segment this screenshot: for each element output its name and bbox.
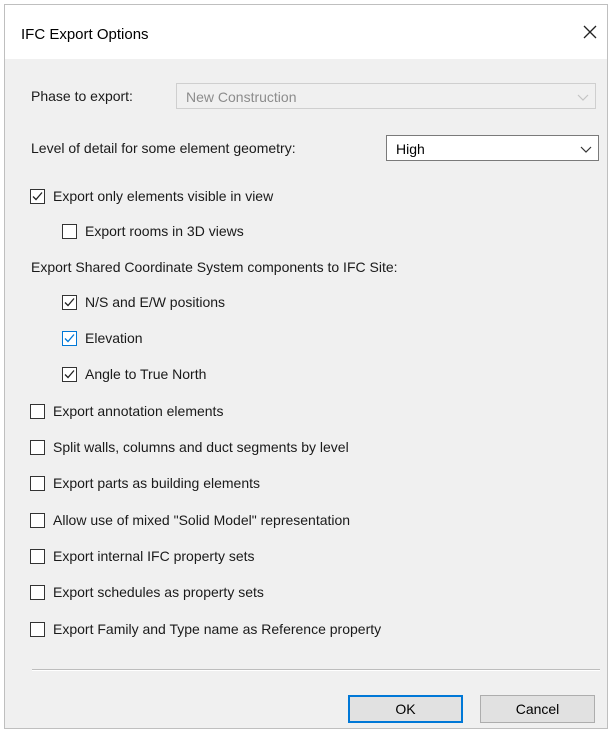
separator bbox=[32, 669, 600, 671]
checkbox-label: Export rooms in 3D views bbox=[85, 223, 244, 239]
export-parts-checkbox[interactable]: Export parts as building elements bbox=[30, 473, 260, 493]
checkmark-icon bbox=[64, 369, 75, 378]
checkmark-icon bbox=[32, 191, 43, 200]
checkbox-label: Export schedules as property sets bbox=[53, 584, 264, 600]
ifc-export-options-dialog: IFC Export Options Phase to export: New … bbox=[4, 4, 608, 729]
checkbox-label: Export parts as building elements bbox=[53, 475, 260, 491]
dialog-title: IFC Export Options bbox=[21, 26, 149, 43]
checkbox-label: Export only elements visible in view bbox=[53, 188, 274, 204]
detail-select[interactable]: High bbox=[386, 135, 599, 161]
detail-label: Level of detail for some element geometr… bbox=[31, 140, 296, 156]
detail-value: High bbox=[396, 141, 425, 157]
checkmark-icon bbox=[64, 333, 75, 342]
chevron-down-icon bbox=[580, 146, 592, 153]
phase-label: Phase to export: bbox=[31, 88, 133, 104]
elevation-checkbox[interactable]: Elevation bbox=[62, 328, 143, 348]
checkbox-label: Export internal IFC property sets bbox=[53, 548, 255, 564]
checkbox[interactable] bbox=[30, 512, 45, 528]
checkbox[interactable] bbox=[62, 330, 77, 346]
checkbox[interactable] bbox=[30, 621, 45, 637]
close-button[interactable] bbox=[575, 17, 605, 47]
checkbox[interactable] bbox=[62, 366, 77, 382]
checkmark-icon bbox=[64, 297, 75, 306]
checkbox-label: Export annotation elements bbox=[53, 403, 224, 419]
title-bar: IFC Export Options bbox=[5, 5, 607, 59]
cancel-button[interactable]: Cancel bbox=[480, 695, 595, 723]
checkbox[interactable] bbox=[30, 403, 45, 419]
export-annotation-checkbox[interactable]: Export annotation elements bbox=[30, 401, 223, 421]
close-icon bbox=[583, 25, 597, 39]
shared-coordinates-heading: Export Shared Coordinate System componen… bbox=[31, 259, 398, 275]
angle-true-north-checkbox[interactable]: Angle to True North bbox=[62, 364, 206, 384]
chevron-down-icon bbox=[577, 94, 589, 101]
ok-button[interactable]: OK bbox=[348, 695, 463, 723]
checkbox-label: Angle to True North bbox=[85, 366, 207, 382]
phase-select: New Construction bbox=[176, 83, 596, 109]
internal-property-sets-checkbox[interactable]: Export internal IFC property sets bbox=[30, 546, 255, 566]
mixed-solid-model-checkbox[interactable]: Allow use of mixed "Solid Model" represe… bbox=[30, 510, 350, 530]
checkbox[interactable] bbox=[30, 475, 45, 491]
checkbox[interactable] bbox=[30, 439, 45, 455]
checkbox[interactable] bbox=[30, 188, 45, 204]
split-walls-checkbox[interactable]: Split walls, columns and duct segments b… bbox=[30, 437, 349, 457]
checkbox[interactable] bbox=[30, 548, 45, 564]
checkbox[interactable] bbox=[62, 223, 77, 239]
schedules-property-sets-checkbox[interactable]: Export schedules as property sets bbox=[30, 582, 264, 602]
family-type-reference-checkbox[interactable]: Export Family and Type name as Reference… bbox=[30, 619, 381, 639]
checkbox-label: Export Family and Type name as Reference… bbox=[53, 621, 382, 637]
checkbox-label: Elevation bbox=[85, 330, 143, 346]
export-rooms-3d-checkbox[interactable]: Export rooms in 3D views bbox=[62, 221, 244, 241]
phase-value: New Construction bbox=[186, 89, 297, 105]
checkbox-label: Allow use of mixed "Solid Model" represe… bbox=[53, 512, 351, 528]
checkbox-label: N/S and E/W positions bbox=[85, 294, 226, 310]
ns-ew-positions-checkbox[interactable]: N/S and E/W positions bbox=[62, 292, 225, 312]
checkbox[interactable] bbox=[30, 584, 45, 600]
export-visible-only-checkbox[interactable]: Export only elements visible in view bbox=[30, 186, 273, 206]
checkbox-label: Split walls, columns and duct segments b… bbox=[53, 439, 349, 455]
checkbox[interactable] bbox=[62, 294, 77, 310]
